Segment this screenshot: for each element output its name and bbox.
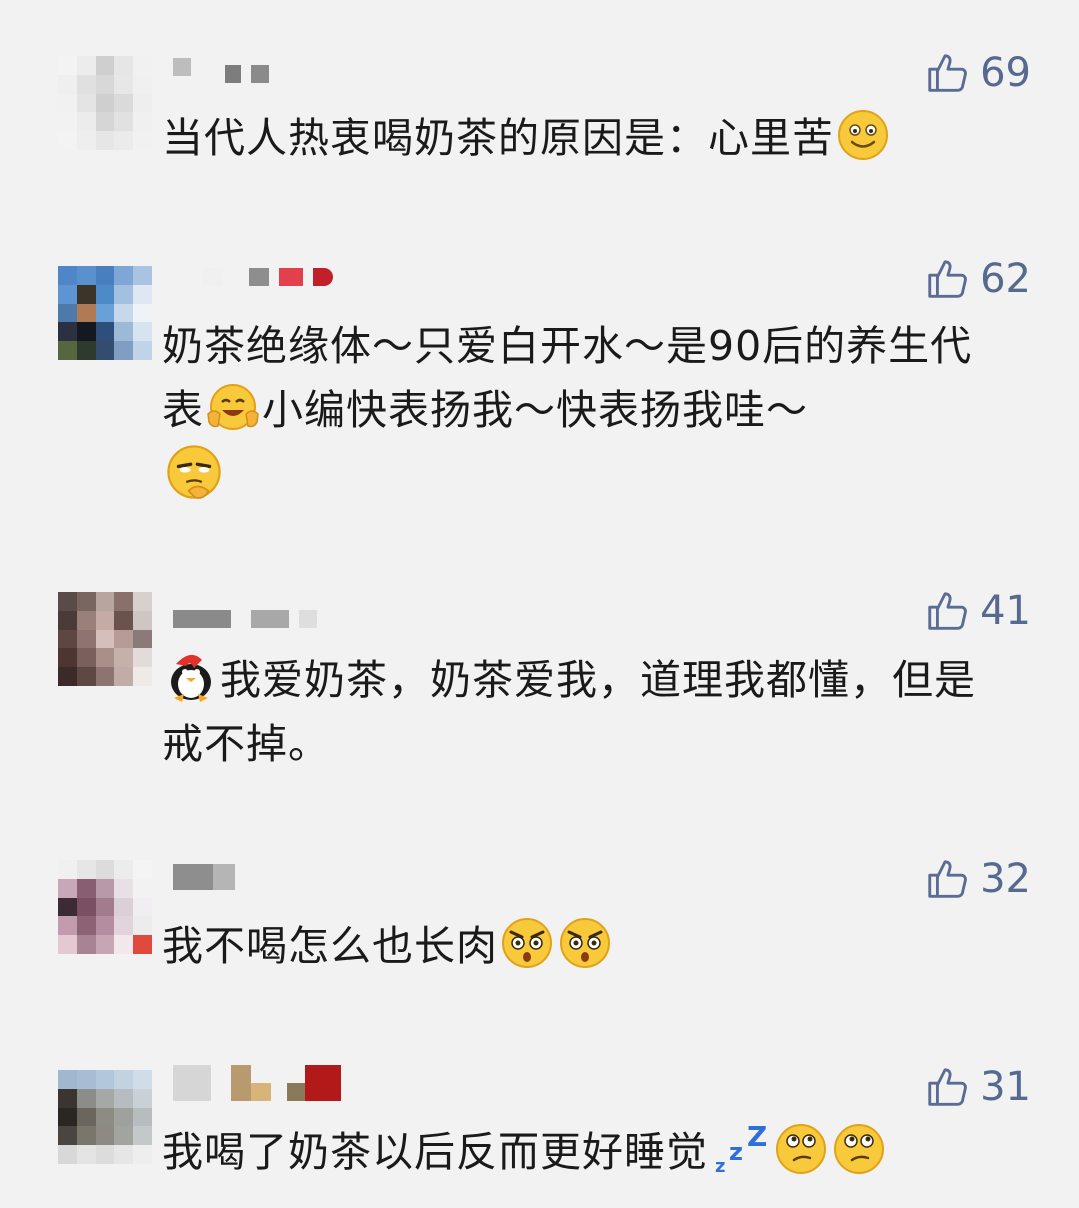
- svg-text:z: z: [715, 1156, 726, 1176]
- svg-text:z: z: [729, 1138, 744, 1166]
- nickname[interactable]: [173, 266, 333, 288]
- avatar[interactable]: [58, 1070, 152, 1164]
- puzzled-emoji-icon: [776, 1124, 826, 1174]
- like-count: 31: [980, 1064, 1031, 1110]
- like-count: 41: [980, 588, 1031, 634]
- nickname[interactable]: [173, 864, 235, 890]
- like-button[interactable]: 31: [924, 1064, 1031, 1110]
- like-count: 69: [980, 50, 1031, 96]
- avatar[interactable]: [58, 860, 152, 954]
- svg-text:Z: Z: [747, 1122, 768, 1153]
- cheeky-hands-emoji-icon: [207, 384, 259, 430]
- smirk-thinking-emoji-icon: [167, 445, 221, 499]
- avatar[interactable]: [58, 592, 152, 686]
- comment-text: 当代人热衷喝奶茶的原因是：心里苦: [162, 106, 1012, 170]
- nickname[interactable]: [173, 1065, 341, 1101]
- avatar[interactable]: [58, 56, 152, 150]
- nickname[interactable]: [173, 56, 269, 83]
- nickname[interactable]: [173, 608, 317, 630]
- zzz-emoji-icon: zz Z: [715, 1122, 768, 1176]
- penguin-emoji-icon: [171, 654, 211, 702]
- like-count: 32: [980, 856, 1031, 902]
- like-button[interactable]: 41: [924, 588, 1031, 634]
- shocked-emoji-icon: [560, 918, 610, 968]
- like-button[interactable]: 62: [924, 256, 1031, 302]
- comment-text: 奶茶绝缘体～只爱白开水～是90后的养生代表 小编快表扬我～快表扬我哇～: [162, 314, 1012, 510]
- like-button[interactable]: 69: [924, 50, 1031, 96]
- thumbs-up-icon: [924, 588, 970, 634]
- shocked-emoji-icon: [502, 918, 552, 968]
- comment-text: 我喝了奶茶以后反而更好睡觉 z z Z: [162, 1120, 1012, 1184]
- comment-text: 我爱奶茶，奶茶爱我，道理我都懂，但是戒不掉。: [162, 648, 1012, 776]
- thumbs-up-icon: [924, 256, 970, 302]
- thumbs-up-icon: [924, 1064, 970, 1110]
- smile-emoji-icon: [838, 110, 888, 160]
- comment-text: 我不喝怎么也长肉: [162, 914, 1012, 978]
- thumbs-up-icon: [924, 856, 970, 902]
- avatar[interactable]: [58, 266, 152, 360]
- puzzled-emoji-icon: [834, 1124, 884, 1174]
- thumbs-up-icon: [924, 50, 970, 96]
- like-button[interactable]: 32: [924, 856, 1031, 902]
- like-count: 62: [980, 256, 1031, 302]
